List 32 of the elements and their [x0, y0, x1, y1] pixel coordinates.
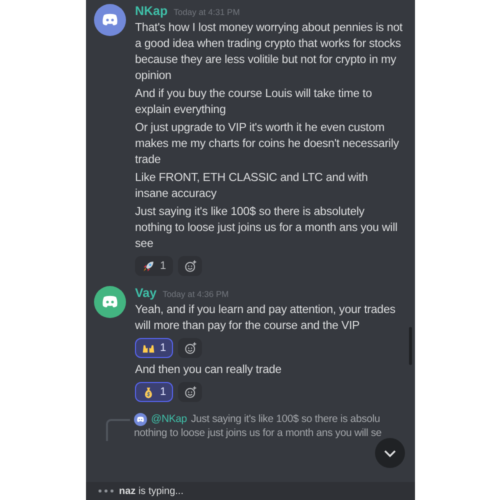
author-name[interactable]: NKap [135, 4, 168, 18]
reply-connector [106, 419, 130, 441]
reaction-button[interactable]: 1 [135, 256, 174, 276]
reply-text: Just saying it's like 100$ so there is absolu [190, 412, 380, 426]
add-reaction-icon [184, 342, 197, 354]
reaction-button[interactable]: 1 [135, 382, 174, 402]
add-reaction-icon [184, 386, 197, 398]
add-reaction-button[interactable] [178, 256, 202, 276]
discord-logo-icon [135, 414, 146, 424]
message-text: Just saying it's like 100$ so there is absolutely nothing to loose just joins us for a month ans you will see [135, 204, 398, 252]
avatar[interactable] [94, 286, 126, 318]
message-text: That's how I lost money worrying about pennies is not a good idea when trading crypto that works for stocks because they are less volitile but not for crypto in my opinion [135, 20, 403, 84]
jump-down-button[interactable] [375, 438, 405, 468]
add-reaction-button[interactable] [178, 338, 202, 358]
message-text: Or just upgrade to VIP it's worth it he even custom makes me my charts for coins he doesn't necessarily trade [135, 120, 400, 168]
rocket-icon [142, 260, 155, 272]
money-bag-icon [142, 386, 155, 398]
author-name[interactable]: Vay [135, 286, 157, 300]
message-text: Like FRONT, ETH CLASSIC and LTC and with insane accuracy [135, 170, 369, 202]
timestamp: Today at 4:36 PM [162, 289, 229, 299]
avatar[interactable] [94, 4, 126, 36]
reply-text: nothing to loose just joins us for a month ans you will se [134, 426, 382, 440]
timestamp: Today at 4:31 PM [174, 7, 240, 17]
message-text: And then you can really trade [135, 362, 282, 378]
add-reaction-icon [184, 260, 197, 272]
reply-mention[interactable]: @NKap [151, 412, 187, 426]
typing-dots-icon [98, 489, 114, 493]
add-reaction-button[interactable] [178, 382, 202, 402]
reaction-button[interactable]: 1 [135, 338, 174, 358]
message-text: And if you buy the course Louis will take time to explain everything [135, 86, 373, 118]
typing-indicator: naz is typing... [119, 486, 184, 496]
message-text: Yeah, and if you learn and pay attention, your trades will more than pay for the course and the VIP [135, 302, 396, 334]
